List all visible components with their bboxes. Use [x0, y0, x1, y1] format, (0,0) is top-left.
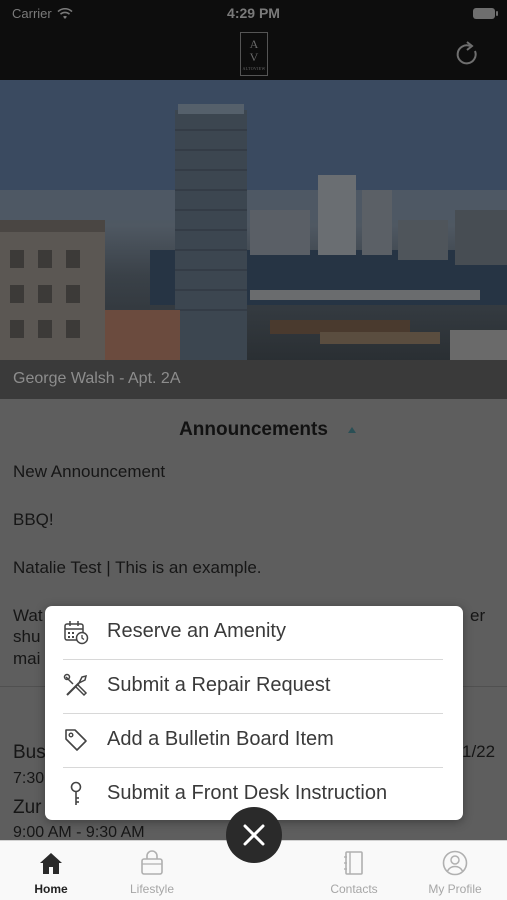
event-date: 1/22 [462, 742, 496, 761]
tab-label: Home [34, 882, 68, 896]
announcement-item[interactable]: BBQ! [13, 510, 54, 530]
tab-label: Contacts [330, 882, 378, 896]
logo-subtitle: ALTOVIEW [242, 65, 266, 71]
calendar-clock-icon [64, 621, 89, 645]
announcement-partial-line: Wat [13, 606, 43, 625]
tab-lifestyle[interactable]: Lifestyle [107, 849, 197, 896]
collapse-caret-icon[interactable] [348, 427, 356, 433]
announcement-partial-line: mai [13, 649, 41, 668]
tag-icon [65, 729, 87, 751]
logo-letter-v: V [249, 49, 259, 64]
menu-item-label: Submit a Front Desk Instruction [107, 782, 388, 804]
profile-icon [442, 850, 468, 876]
refresh-icon[interactable] [452, 39, 482, 69]
status-time: 4:29 PM [227, 5, 280, 21]
menu-item-label: Reserve an Amenity [107, 620, 286, 642]
reserve-amenity-item[interactable]: Reserve an Amenity [45, 606, 463, 659]
battery-icon [473, 8, 498, 19]
event-title: Zur [13, 797, 42, 818]
announcement-partial-line: shu [13, 627, 41, 646]
tools-icon [63, 673, 88, 697]
logo-letter-a: A [249, 36, 259, 51]
tab-my-profile[interactable]: My Profile [410, 849, 500, 896]
event-time: 7:30 [13, 770, 45, 787]
repair-request-item[interactable]: Submit a Repair Request [45, 660, 463, 713]
menu-item-label: Submit a Repair Request [107, 674, 331, 696]
cityscape-illustration [0, 80, 507, 360]
menu-item-label: Add a Bulletin Board Item [107, 728, 334, 750]
brand-logo: A V ALTOVIEW [240, 32, 268, 76]
announcement-item[interactable]: New Announcement [13, 462, 165, 482]
address-book-icon [344, 851, 363, 875]
tab-label: Lifestyle [129, 882, 175, 896]
building-hero-image [0, 80, 507, 360]
close-icon [243, 824, 265, 846]
app-header: A V ALTOVIEW [0, 28, 507, 80]
announcement-partial-right: er [470, 606, 486, 625]
shopping-bag-icon [141, 850, 163, 875]
close-menu-button[interactable] [226, 807, 282, 863]
tab-home[interactable]: Home [6, 849, 96, 896]
resident-nameplate: George Walsh - Apt. 2A [0, 360, 507, 399]
quick-action-menu: Reserve an Amenity Submit a Repair Reque… [45, 606, 463, 820]
status-bar: Carrier 4:29 PM [0, 0, 507, 28]
announcements-heading[interactable]: Announcements [0, 419, 507, 441]
key-icon [70, 781, 82, 805]
tab-label: My Profile [428, 882, 482, 896]
bulletin-board-item[interactable]: Add a Bulletin Board Item [45, 714, 463, 767]
tab-contacts[interactable]: Contacts [309, 849, 399, 896]
event-title: Bus [13, 742, 46, 763]
announcement-item[interactable]: Natalie Test | This is an example. [13, 558, 262, 578]
home-icon [40, 853, 62, 874]
